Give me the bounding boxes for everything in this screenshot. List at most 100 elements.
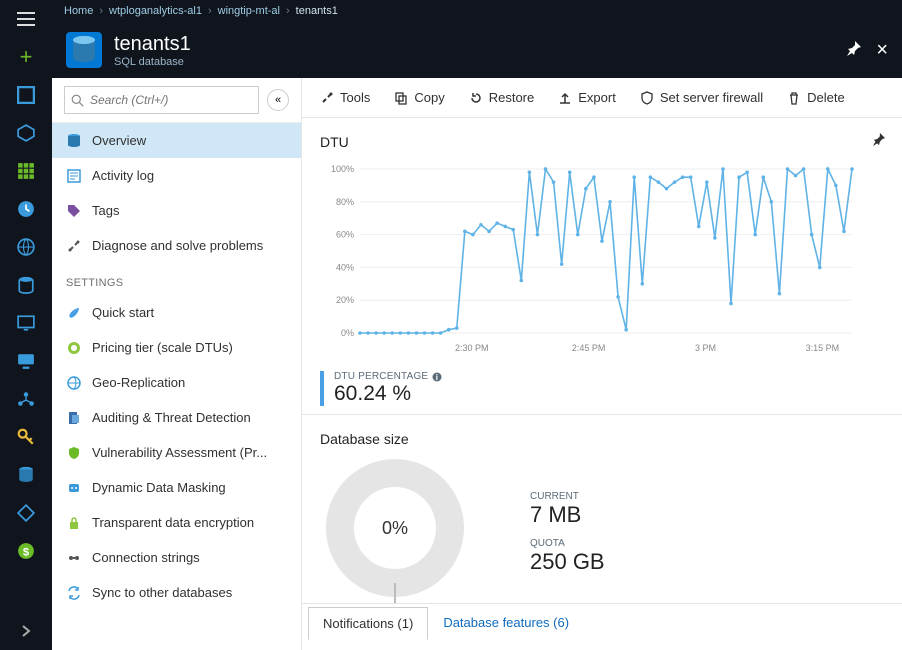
nav-label: Activity log [92,168,154,183]
pin-chart-button[interactable] [872,132,886,151]
svg-text:0%: 0% [341,328,354,338]
close-blade-button[interactable]: × [876,39,888,62]
rail-dashboard[interactable] [0,76,52,114]
rail-sql-databases[interactable] [0,266,52,304]
delete-icon [787,91,801,105]
lock-icon [66,515,82,531]
nav-diagnose[interactable]: Diagnose and solve problems [52,228,301,263]
globe-icon [17,238,35,256]
dbsize-donut[interactable]: 0% [320,453,470,603]
svg-text:3 PM: 3 PM [695,343,716,353]
rail-cost[interactable]: $ [0,532,52,570]
blade-search[interactable] [64,86,259,114]
tab-notifications[interactable]: Notifications (1) [308,607,428,640]
export-icon [558,91,572,105]
key-icon [17,428,35,446]
nav-label: Auditing & Threat Detection [92,410,251,425]
rail-load-balancers[interactable] [0,380,52,418]
pin-icon [846,40,862,56]
breadcrumb-current: tenants1 [296,5,338,17]
main-panel: Tools Copy Restore Export Set server fir… [302,78,902,650]
nav-activity-log[interactable]: Activity log [52,158,301,193]
svg-text:$: $ [23,547,30,559]
copy-button[interactable]: Copy [394,90,444,105]
page-subtitle: SQL database [114,56,191,68]
firewall-icon [640,91,654,105]
nav-auditing[interactable]: Auditing & Threat Detection [52,400,301,435]
create-resource-button[interactable]: + [0,38,52,76]
nav-label: Dynamic Data Masking [92,480,226,495]
nav-tags[interactable]: Tags [52,193,301,228]
breadcrumb-item[interactable]: wingtip-mt-al [218,5,280,17]
firewall-button[interactable]: Set server firewall [640,90,763,105]
nav-label: Connection strings [92,550,200,565]
rail-all-resources[interactable] [0,152,52,190]
nav-quick-start[interactable]: Quick start [52,295,301,330]
svg-text:i: i [436,373,438,382]
tools-icon [320,91,334,105]
restore-button[interactable]: Restore [469,90,535,105]
collapse-nav-button[interactable]: « [267,89,289,111]
dtu-chart-card: DTU 100%80%60%40%20%0%2:30 PM2:45 PM3 PM… [320,132,886,406]
rail-resource-groups[interactable] [0,114,52,152]
donut-center-value: 0% [320,453,470,603]
current-label: CURRENT [530,491,605,502]
info-icon[interactable]: i [432,372,442,382]
nav-overview[interactable]: Overview [52,123,301,158]
rail-virtual-machines[interactable] [0,304,52,342]
database-size-card: Database size 0% CURRENT 7 MB [302,414,902,603]
tab-database-features[interactable]: Database features (6) [428,606,584,639]
svg-text:80%: 80% [336,197,354,207]
rail-keys[interactable] [0,418,52,456]
search-icon [71,94,84,107]
copy-icon [394,91,408,105]
svg-text:60%: 60% [336,230,354,240]
dtu-percent-label: DTU PERCENTAGE [334,371,428,382]
quota-value: 250 GB [530,549,605,575]
nav-label: Quick start [92,305,154,320]
restore-icon [469,91,483,105]
vm-icon [17,314,35,332]
rail-monitor[interactable] [0,342,52,380]
nav-section-settings: SETTINGS [52,263,301,295]
nav-pricing-tier[interactable]: Pricing tier (scale DTUs) [52,330,301,365]
export-button[interactable]: Export [558,90,616,105]
dtu-percent-tile: DTU PERCENTAGEi 60.24 % [320,371,886,406]
rail-recent[interactable] [0,190,52,228]
breadcrumb-home[interactable]: Home [64,5,93,17]
rail-app-services[interactable] [0,228,52,266]
rail-expand[interactable] [0,612,52,650]
nav-label: Overview [92,133,146,148]
main-region: Home › wtploganalytics-al1 › wingtip-mt-… [52,0,902,650]
delete-button[interactable]: Delete [787,90,845,105]
dbsize-stats: CURRENT 7 MB QUOTA 250 GB [530,481,605,575]
sql-server-icon [17,466,35,484]
nav-tde[interactable]: Transparent data encryption [52,505,301,540]
cube-icon [17,124,35,142]
tools-button[interactable]: Tools [320,90,370,105]
activity-log-icon [66,168,82,184]
svg-text:40%: 40% [336,262,354,272]
nav-data-masking[interactable]: Dynamic Data Masking [52,470,301,505]
svg-text:100%: 100% [331,164,354,174]
breadcrumb-sep: › [208,5,212,17]
page-title: tenants1 [114,33,191,56]
nav-sync[interactable]: Sync to other databases [52,575,301,610]
nav-connection-strings[interactable]: Connection strings [52,540,301,575]
pin-blade-button[interactable] [846,40,862,61]
dtu-line-chart[interactable]: 100%80%60%40%20%0%2:30 PM2:45 PM3 PM3:15… [320,161,860,361]
bottom-tabs: Notifications (1) Database features (6) [302,603,902,639]
nav-geo-replication[interactable]: Geo-Replication [52,365,301,400]
quickstart-icon [66,305,82,321]
breadcrumb-item[interactable]: wtploganalytics-al1 [109,5,202,17]
nav-label: Geo-Replication [92,375,185,390]
grid-icon [17,162,35,180]
nav-label: Sync to other databases [92,585,232,600]
rail-sql-servers[interactable] [0,456,52,494]
rail-azure-ad[interactable] [0,494,52,532]
hamburger-menu[interactable] [0,0,52,38]
blade-search-input[interactable] [90,93,252,107]
geo-icon [66,375,82,391]
pricing-icon [66,340,82,356]
nav-vulnerability[interactable]: Vulnerability Assessment (Pr... [52,435,301,470]
